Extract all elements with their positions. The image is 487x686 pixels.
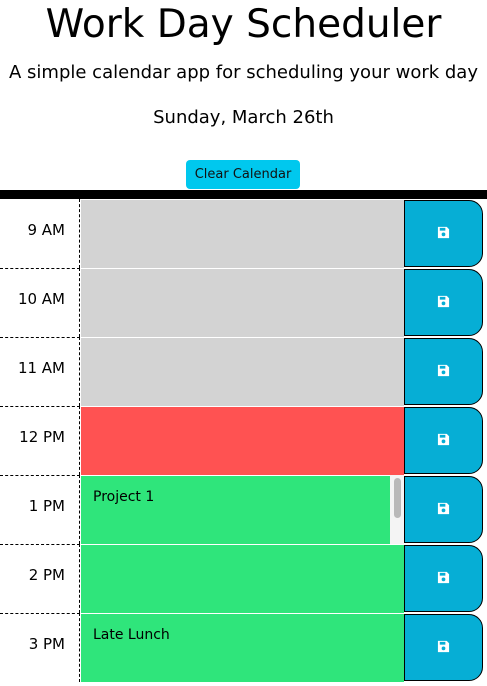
event-description-input[interactable]: [81, 268, 404, 337]
save-button[interactable]: [404, 338, 483, 405]
hour-label: 2 PM: [0, 544, 80, 613]
event-description-input[interactable]: [81, 613, 404, 682]
current-day: Sunday, March 26th: [153, 107, 334, 128]
hour-label: 9 AM: [0, 199, 80, 268]
app-title: Work Day Scheduler: [45, 2, 442, 47]
save-button[interactable]: [404, 407, 483, 474]
save-icon: [437, 226, 450, 242]
event-description-input[interactable]: [81, 475, 404, 544]
timeblock-row: 2 PM: [0, 544, 487, 613]
save-icon: [437, 502, 450, 518]
event-description-input[interactable]: [81, 337, 404, 406]
hour-label: 10 AM: [0, 268, 80, 337]
timeblock-row: 9 AM: [0, 199, 487, 268]
save-icon: [437, 640, 450, 656]
save-icon: [437, 295, 450, 311]
timeblock-row: 1 PM: [0, 475, 487, 544]
save-icon: [437, 571, 450, 587]
save-icon: [437, 433, 450, 449]
timeblock-row: 10 AM: [0, 268, 487, 337]
timeblock-row: 3 PM: [0, 613, 487, 682]
event-description-input[interactable]: [81, 544, 404, 613]
event-description-input[interactable]: [81, 199, 404, 268]
hour-label: 1 PM: [0, 475, 80, 544]
save-button[interactable]: [404, 269, 483, 336]
save-button[interactable]: [404, 614, 483, 681]
hour-label: 12 PM: [0, 406, 80, 475]
save-icon: [437, 364, 450, 380]
event-description-input[interactable]: [81, 406, 404, 475]
timeblock-list: 9 AM 10 AM 11 AM 12 PM 1 PM 2 PM 3 PM: [0, 199, 487, 682]
app-subtitle: A simple calendar app for scheduling you…: [9, 62, 478, 83]
scrollbar-thumb[interactable]: [394, 478, 401, 518]
hour-label: 3 PM: [0, 613, 80, 682]
save-button[interactable]: [404, 476, 483, 543]
hour-label: 11 AM: [0, 337, 80, 406]
save-button[interactable]: [404, 200, 483, 267]
header-divider: [0, 190, 487, 199]
clear-calendar-button[interactable]: Clear Calendar: [186, 160, 300, 189]
timeblock-row: 12 PM: [0, 406, 487, 475]
timeblock-row: 11 AM: [0, 337, 487, 406]
textarea-scrollbar[interactable]: [390, 475, 404, 544]
save-button[interactable]: [404, 545, 483, 612]
